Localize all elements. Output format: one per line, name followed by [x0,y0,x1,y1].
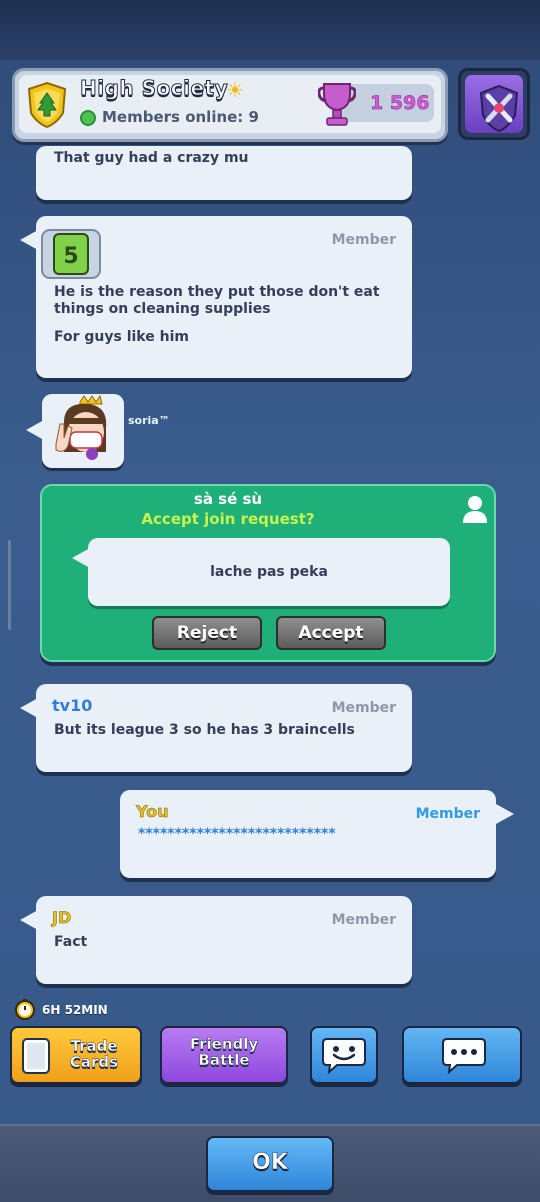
chat-message-line: things on cleaning supplies [54,301,271,317]
member-role-label: Member [331,700,396,716]
bubble-tail [20,910,38,930]
level-badge-icon: 5 [41,226,101,279]
accept-button[interactable]: Accept [276,616,386,650]
members-online-text: Members online: 9 [102,108,259,126]
level-number: 5 [63,244,78,269]
clan-war-button-face [465,75,523,133]
scrollbar[interactable] [8,540,11,630]
player-avatar[interactable] [42,394,124,468]
chat-message-line: For guys like him [54,329,189,345]
bubble-tail [20,698,38,718]
chat-button[interactable] [402,1026,522,1084]
member-role-label: Member [331,232,396,248]
trade-timer-text: 6H 52MIN [42,1003,108,1017]
bubble-tail [496,804,514,824]
sender-name: tv10 [52,696,93,715]
emote-icon [322,1038,366,1075]
join-request-question: Accept join request? [141,510,315,528]
chat-message-text: But its league 3 so he has 3 braincells [54,722,355,738]
trophy-icon [318,83,356,126]
join-request-player-name: sà sé sù [193,490,263,508]
ok-button[interactable]: OK [206,1136,334,1192]
chat-message: tv10 Member But its league 3 so he has 3… [36,684,412,772]
trophy-count: 1 596 [370,92,430,115]
chat-message: JD Member Fact [36,896,412,984]
person-icon [463,496,487,523]
chat-bubble-icon [442,1038,486,1075]
clan-name: High Society [79,76,229,101]
trade-cards-button[interactable]: Trade Cards [10,1026,142,1084]
sender-name: You [136,802,169,822]
friendly-battle-button[interactable]: Friendly Battle [160,1026,288,1084]
sender-name: JD [52,908,72,928]
chat-message-text: *************************** [138,826,336,842]
emote-button[interactable] [310,1026,378,1084]
clan-war-button[interactable] [458,68,530,140]
chat-message-text: Fact [54,934,88,950]
reject-button[interactable]: Reject [152,616,262,650]
sun-icon: ☀ [226,78,244,102]
card-icon [22,1038,50,1074]
trade-cards-label: Trade Cards [69,1037,119,1071]
friendly-battle-label: Friendly Battle [189,1035,259,1069]
chat-message-own: You Member *************************** [120,790,496,878]
clan-badge-icon [27,81,67,129]
member-role-label: Member [415,806,480,822]
timer-icon [15,999,35,1020]
avatar-player-name: soria™ [128,414,170,427]
chat-message-partial: That guy had a crazy mu [36,146,412,200]
chat-message-line: He is the reason they put those don't ea… [54,284,380,300]
top-strip [0,0,540,60]
avatar-emote-icon [55,394,107,460]
online-status-icon [80,110,96,126]
member-role-label: Member [331,912,396,928]
join-request-message: lache pas peka [88,538,450,606]
crossed-swords-icon [479,84,519,133]
bubble-tail [20,230,38,250]
chat-message-text: That guy had a crazy mu [54,150,249,166]
